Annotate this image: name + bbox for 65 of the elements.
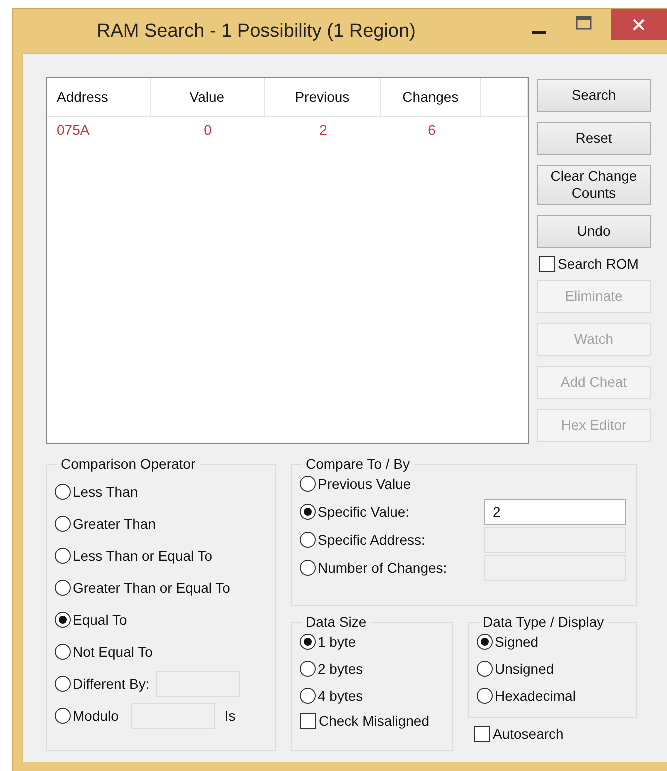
table-cell-text: 2 (318, 121, 328, 140)
input-field[interactable]: 2 (484, 499, 626, 525)
radio-label: Greater Than (73, 516, 156, 532)
radio-button[interactable] (55, 580, 71, 596)
radio-button[interactable] (55, 516, 71, 532)
checkbox[interactable] (300, 713, 316, 729)
radio-button[interactable] (300, 476, 316, 492)
column-header[interactable]: Value (150, 78, 265, 116)
radio-button[interactable] (300, 661, 316, 677)
radio-button[interactable] (55, 644, 71, 660)
radio-label: Unsigned (495, 661, 554, 677)
checkbox[interactable] (474, 726, 490, 742)
close-icon (632, 18, 646, 32)
group-label: Data Type / Display (482, 614, 606, 630)
radio-button[interactable] (300, 634, 316, 650)
column-header[interactable]: Address (47, 78, 151, 116)
radio-label: Modulo (73, 708, 119, 724)
field-suffix: Is (224, 708, 236, 724)
radio-label: Not Equal To (73, 644, 153, 660)
column-header[interactable]: Previous (264, 78, 382, 116)
radio-label: Previous Value (318, 476, 412, 492)
table-cell-text: 0 (203, 121, 213, 140)
group-label: Comparison Operator (60, 456, 197, 472)
table-cell-text: 075A (56, 121, 91, 140)
checkbox-label: Check Misaligned (319, 713, 430, 729)
radio-label: 4 bytes (318, 688, 364, 704)
column-header[interactable]: Changes (381, 78, 482, 116)
radio-button[interactable] (55, 708, 71, 724)
radio-label: Less Than (73, 484, 138, 500)
checkbox[interactable] (539, 256, 555, 272)
radio-button[interactable] (55, 484, 71, 500)
radio-label: Specific Value: (318, 504, 410, 520)
radio-button[interactable] (300, 504, 316, 520)
radio-label: Less Than or Equal To (73, 548, 213, 564)
button[interactable]: Undo (537, 214, 651, 248)
table-cell-text: 6 (427, 121, 437, 140)
button[interactable]: Reset (537, 122, 651, 155)
radio-label: Equal To (73, 612, 128, 628)
radio-label: 2 bytes (318, 661, 364, 677)
radio-label: Different By: (73, 676, 150, 692)
radio-button[interactable] (55, 548, 71, 564)
button[interactable]: Clear Change Counts (537, 165, 651, 205)
checkbox-label: Autosearch (493, 726, 564, 742)
radio-button[interactable] (477, 661, 493, 677)
radio-button[interactable] (477, 634, 493, 650)
checkbox-label: Search ROM (558, 256, 639, 272)
radio-button[interactable] (300, 560, 316, 576)
radio-button[interactable] (477, 688, 493, 704)
radio-button[interactable] (300, 688, 316, 704)
close-button[interactable] (611, 9, 667, 40)
window-title: RAM Search - 1 Possibility (1 Region) (97, 21, 416, 43)
radio-label: Specific Address: (318, 532, 426, 548)
radio-button[interactable] (55, 676, 71, 692)
radio-button[interactable] (55, 612, 71, 628)
radio-label: Signed (495, 634, 539, 650)
group-label: Data Size (305, 614, 368, 630)
radio-label: Number of Changes: (318, 560, 448, 576)
button[interactable]: Search (537, 79, 651, 112)
radio-label: Hexadecimal (495, 688, 576, 704)
maximize-icon[interactable] (576, 16, 592, 30)
radio-label: 1 byte (318, 634, 356, 650)
radio-button[interactable] (300, 532, 316, 548)
minimize-icon[interactable] (532, 31, 546, 35)
radio-label: Greater Than or Equal To (73, 580, 230, 596)
group-label: Compare To / By (305, 456, 412, 472)
